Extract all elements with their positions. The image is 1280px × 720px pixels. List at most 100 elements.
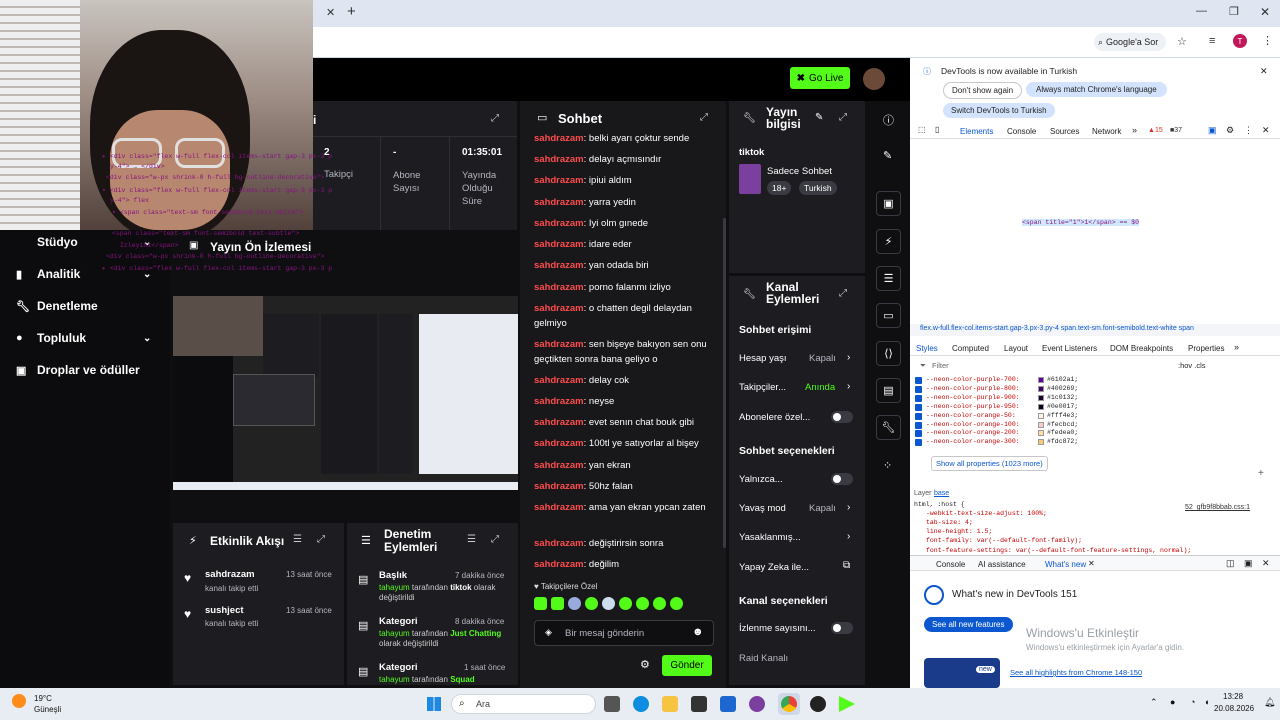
emote-icon[interactable] [602, 597, 615, 610]
close-icon[interactable]: ✕ [1260, 66, 1268, 77]
chevron-right-icon[interactable]: › [847, 502, 850, 513]
viewer-count-toggle[interactable] [831, 622, 853, 634]
emote-icon[interactable] [653, 597, 666, 610]
kebab-icon[interactable]: ⋮ [1244, 125, 1253, 136]
chat-icon[interactable]: ▭ [876, 303, 901, 328]
css-variable-name[interactable]: --neon-color-orange-200: [926, 429, 1020, 436]
css-declaration[interactable]: font-feature-settings: var(--default-fon… [926, 547, 1191, 554]
css-declaration[interactable]: tab-size: 4; [926, 519, 973, 526]
color-swatch[interactable] [1038, 430, 1044, 437]
dom-node-line[interactable]: ▸ <div class="flex w-full flex-col items… [102, 264, 332, 272]
go-live-button[interactable]: ✖ Go Live [790, 67, 850, 89]
dom-node-line[interactable]: <span class="text-sm font-semibold text-… [112, 230, 299, 237]
mic-icon[interactable]: ● [1170, 697, 1175, 707]
reading-list-icon[interactable]: ≡ [1209, 35, 1215, 47]
drawer-tab-ai[interactable]: AI assistance [978, 560, 1026, 569]
star-icon[interactable]: ☆ [1177, 35, 1187, 48]
close-drawer-icon[interactable]: ✕ [1262, 558, 1270, 569]
explorer-icon[interactable] [662, 696, 678, 712]
device-icon[interactable]: ▯ [935, 125, 939, 134]
tab-layout[interactable]: Layout [1004, 344, 1028, 353]
expand-icon[interactable]: ⤢ [839, 288, 847, 299]
dom-node-line[interactable]: y-4"> … </div> [110, 163, 165, 170]
bolt-icon[interactable]: ⚡︎ [876, 229, 901, 254]
tab-console[interactable]: Console [1007, 127, 1036, 136]
pencil-icon[interactable]: ✎ [815, 112, 823, 123]
property-checkbox[interactable] [915, 403, 922, 411]
property-checkbox[interactable] [915, 439, 922, 447]
list-icon[interactable]: ☰ [876, 266, 901, 291]
dom-node-line[interactable]: Izleyici</span> [120, 242, 179, 249]
dom-node-line[interactable]: <span title="1">1</span> == $0 [1022, 219, 1140, 227]
property-checkbox[interactable] [915, 385, 922, 393]
chat-input[interactable]: ◈ Bir mesaj gönderin ☻ [534, 620, 714, 646]
dom-node-line[interactable]: y-4"> flex [110, 197, 149, 204]
expand-icon[interactable]: ⤢ [839, 112, 847, 123]
tab-network[interactable]: Network [1092, 127, 1121, 136]
new-tab-button[interactable]: + [347, 3, 356, 20]
chat-username[interactable]: sahdrazam [534, 175, 584, 186]
chat-username[interactable]: sahdrazam [534, 559, 584, 570]
close-tab-icon[interactable]: ✕ [326, 6, 335, 19]
chat-username[interactable]: sahdrazam [534, 538, 584, 549]
undock-icon[interactable]: ▣ [1244, 558, 1253, 569]
css-variable-name[interactable]: --neon-color-orange-300: [926, 438, 1020, 445]
more-tabs-icon[interactable]: » [1132, 125, 1137, 135]
chat-username[interactable]: sahdrazam [534, 154, 584, 165]
emoji-icon[interactable]: ☻ [692, 626, 704, 638]
close-icon[interactable]: ✕ [1262, 125, 1270, 136]
stream-preview-video[interactable] [173, 296, 518, 490]
dom-node-line[interactable]: ▾ <span class="text-sm font-semibold tex… [112, 208, 303, 216]
info-icon[interactable]: ⓘ [883, 112, 894, 128]
emote-icon[interactable] [636, 597, 649, 610]
close-icon[interactable]: ✕ [1088, 559, 1095, 568]
emote-icon[interactable] [619, 597, 632, 610]
css-variable-value[interactable]: #fecbcd; [1047, 421, 1078, 428]
gear-icon[interactable]: ⚙ [640, 658, 650, 671]
chevron-right-icon[interactable]: › [847, 381, 850, 392]
apps-icon[interactable]: ⁘ [883, 459, 892, 472]
maximize-icon[interactable]: ❐ [1229, 5, 1239, 18]
filter-icon[interactable]: ☰ [293, 534, 302, 545]
account-age-value[interactable]: Kapalı [809, 353, 836, 364]
css-variable-name[interactable]: --neon-color-purple-800: [926, 385, 1020, 392]
chat-username[interactable]: sahdrazam [534, 481, 584, 492]
color-swatch[interactable] [1038, 385, 1044, 392]
chat-username[interactable]: sahdrazam [534, 282, 584, 293]
temperature[interactable]: 19°C [34, 694, 52, 703]
tab-properties[interactable]: Properties [1188, 344, 1224, 353]
color-swatch[interactable] [1038, 377, 1044, 383]
chat-username[interactable]: sahdrazam [534, 396, 584, 407]
drawer-tab-console[interactable]: Console [936, 560, 965, 569]
highlights-link[interactable]: See all highlights from Chrome 148-150 [1010, 668, 1142, 677]
css-variable-name[interactable]: --neon-color-orange-50: [926, 412, 1016, 419]
css-variable-value[interactable]: #fdc872; [1047, 438, 1078, 445]
see-all-features-button[interactable]: See all new features [924, 617, 1013, 632]
hov-cls-toggle[interactable]: :hov .cls [1178, 361, 1206, 370]
ai-icon[interactable]: ▣ [1208, 125, 1217, 136]
property-checkbox[interactable] [915, 394, 922, 402]
css-variable-value[interactable]: #400269; [1047, 385, 1078, 392]
only-toggle[interactable] [831, 473, 853, 485]
layer-link[interactable]: base [934, 490, 949, 497]
css-declaration[interactable]: line-height: 1.5; [926, 528, 992, 535]
more-tabs-icon[interactable]: » [1234, 342, 1239, 352]
send-button[interactable]: Gönder [662, 655, 712, 676]
css-declaration[interactable]: html, :host { [914, 501, 965, 508]
dom-node-line[interactable]: ▸ <div class="flex w-full flex-col items… [102, 152, 332, 160]
css-variable-name[interactable]: --neon-color-purple-950: [926, 403, 1020, 410]
chat-username[interactable]: sahdrazam [534, 375, 584, 386]
property-checkbox[interactable] [915, 421, 922, 429]
styles-filter-input[interactable]: Filter [932, 361, 949, 370]
promo-thumbnail[interactable]: new [924, 658, 1000, 688]
chat-scrollbar[interactable] [723, 218, 726, 548]
chevron-right-icon[interactable]: › [847, 531, 850, 542]
drawer-tab-whats-new[interactable]: What's new [1045, 560, 1086, 569]
inspect-icon[interactable]: ⬚ [918, 125, 926, 134]
css-variable-value[interactable]: #1c0132; [1047, 394, 1078, 401]
tab-event-listeners[interactable]: Event Listeners [1042, 344, 1097, 353]
expand-icon[interactable]: ⤢ [700, 112, 708, 123]
css-variable-name[interactable]: --neon-color-orange-100: [926, 421, 1020, 428]
add-rule-icon[interactable]: + [1258, 468, 1264, 479]
external-link-icon[interactable]: ⧉ [843, 560, 850, 571]
